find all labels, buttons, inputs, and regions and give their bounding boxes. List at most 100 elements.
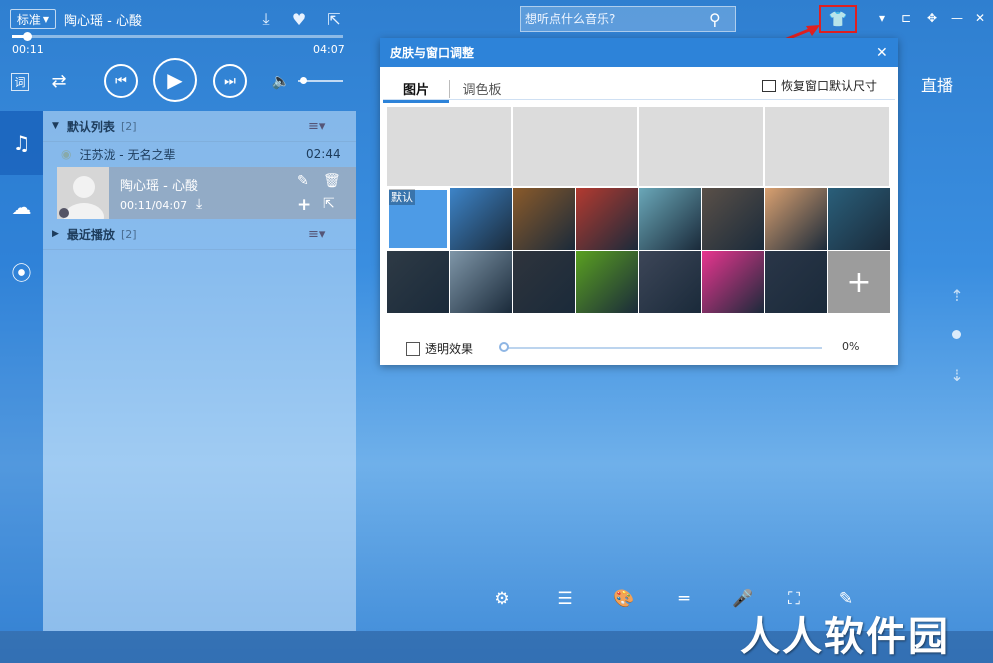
transparency-value: 0% bbox=[842, 340, 860, 353]
volume-knob[interactable] bbox=[300, 77, 308, 84]
divider bbox=[383, 99, 895, 100]
now-playing-title: 陶心瑶 - 心酸 bbox=[64, 14, 142, 29]
progress-bar[interactable] bbox=[12, 32, 343, 41]
progress-knob[interactable] bbox=[22, 32, 32, 41]
search-box[interactable]: ⚲ bbox=[520, 6, 736, 32]
elapsed-time: 00:11 bbox=[12, 43, 44, 56]
close-icon[interactable]: ✕ bbox=[876, 45, 888, 61]
group-count: [2] bbox=[120, 227, 137, 241]
add-icon[interactable]: + bbox=[297, 195, 311, 215]
recent-list-header[interactable]: ▶ 最近播放 [2] ≡▾ bbox=[43, 219, 356, 250]
search-icon[interactable]: ⚲ bbox=[709, 10, 721, 29]
skin-tile[interactable]: 默认 bbox=[387, 188, 449, 250]
previous-button[interactable]: ⏮ bbox=[104, 64, 138, 98]
skin-tile-placeholder[interactable] bbox=[387, 107, 511, 186]
play-button[interactable]: ▶ bbox=[153, 58, 197, 102]
skin-tile[interactable] bbox=[450, 251, 512, 313]
skin-tile[interactable] bbox=[702, 188, 764, 250]
palette-icon[interactable]: 🎨 bbox=[612, 587, 636, 611]
share-icon[interactable]: ⇱ bbox=[323, 196, 335, 212]
default-list-header[interactable]: ▼ 默认列表 [2] ≡▾ bbox=[43, 111, 356, 142]
radio-icon[interactable]: ⦿ bbox=[0, 239, 43, 303]
scroll-top-icon[interactable]: ⇡ bbox=[948, 286, 966, 305]
skin-tile-placeholder[interactable] bbox=[639, 107, 763, 186]
skin-tile[interactable] bbox=[639, 251, 701, 313]
page-dot[interactable] bbox=[952, 330, 961, 339]
tab-divider bbox=[449, 80, 450, 98]
list-item[interactable]: ◉ 汪苏泷 - 无名之辈 02:44 bbox=[43, 141, 356, 167]
add-skin-button[interactable]: + bbox=[828, 251, 890, 313]
group-menu-icon[interactable]: ≡▾ bbox=[308, 227, 325, 242]
transparency-checkbox[interactable] bbox=[406, 341, 420, 356]
skin-tile[interactable] bbox=[450, 188, 512, 250]
skin-tile[interactable] bbox=[387, 251, 449, 313]
next-button[interactable]: ⏭ bbox=[213, 64, 247, 98]
share-icon[interactable]: ⇱ bbox=[324, 9, 344, 29]
avatar bbox=[57, 167, 109, 219]
search-input[interactable] bbox=[521, 12, 709, 26]
skin-tile-placeholder[interactable] bbox=[765, 107, 889, 186]
transparency-slider[interactable] bbox=[499, 342, 822, 352]
collapse-arrow-icon: ▶ bbox=[52, 229, 59, 239]
live-tab[interactable]: 直播 bbox=[921, 72, 953, 96]
equalizer-icon[interactable]: ═ bbox=[672, 587, 696, 611]
expand-arrow-icon: ▼ bbox=[52, 121, 59, 131]
dialog-titlebar: 皮肤与窗口调整 ✕ bbox=[380, 38, 898, 67]
skin-tile[interactable] bbox=[828, 188, 890, 250]
volume-slider[interactable] bbox=[298, 77, 343, 84]
song-title: 陶心瑶 - 心酸 bbox=[120, 179, 198, 194]
tab-palette[interactable]: 调色板 bbox=[452, 76, 512, 100]
left-nav: ♫ ☁ ⦿ bbox=[0, 111, 43, 631]
group-menu-icon[interactable]: ≡▾ bbox=[308, 119, 325, 134]
menu-icon[interactable]: ▾ bbox=[873, 9, 891, 27]
watermark: 人人软件园 bbox=[740, 614, 950, 660]
playlist-search-icon[interactable]: ☰ bbox=[553, 587, 577, 611]
minimize-icon[interactable]: — bbox=[948, 9, 966, 27]
microphone-icon[interactable]: ✎ bbox=[297, 173, 309, 189]
duration-time: 04:07 bbox=[313, 43, 345, 56]
restore-window-icon bbox=[762, 79, 776, 92]
group-title: 默认列表 bbox=[66, 119, 115, 134]
skin-tile-placeholder[interactable] bbox=[513, 107, 637, 186]
quality-label: 标准 bbox=[16, 12, 41, 27]
loop-icon[interactable]: ⇄ bbox=[48, 70, 70, 92]
skin-tile[interactable] bbox=[576, 188, 638, 250]
song-time: 02:44 bbox=[306, 147, 341, 161]
mini-mode-icon[interactable]: ⊏ bbox=[897, 9, 915, 27]
default-skin-label: 默认 bbox=[389, 189, 415, 205]
skin-tile[interactable] bbox=[513, 251, 575, 313]
playlist-panel: ▼ 默认列表 [2] ≡▾ ◉ 汪苏泷 - 无名之辈 02:44 陶心瑶 - 心… bbox=[43, 111, 356, 631]
skin-tile[interactable] bbox=[765, 251, 827, 313]
skin-tile[interactable] bbox=[765, 188, 827, 250]
skin-tile[interactable] bbox=[513, 188, 575, 250]
tshirt-icon: 👕 bbox=[828, 10, 848, 28]
skin-tile[interactable] bbox=[639, 188, 701, 250]
download-icon[interactable]: ⤓ bbox=[256, 9, 276, 29]
close-icon[interactable]: ✕ bbox=[971, 9, 989, 27]
song-time: 00:11/04:07 bbox=[120, 199, 188, 212]
music-icon[interactable]: ♫ bbox=[0, 111, 43, 175]
active-song-row[interactable]: 陶心瑶 - 心酸 00:11/04:07 ⤓ ✎ 🗑 + ⇱ bbox=[57, 167, 356, 219]
skin-dialog: 皮肤与窗口调整 ✕ 图片 调色板 恢复窗口默认尺寸 默认 + 透明效果 0% bbox=[380, 38, 898, 365]
trash-icon[interactable]: 🗑 bbox=[323, 173, 341, 189]
scroll-bottom-icon[interactable]: ⇣ bbox=[948, 366, 966, 385]
group-title: 最近播放 bbox=[66, 227, 115, 242]
song-title: 汪苏泷 - 无名之辈 bbox=[79, 147, 176, 162]
cloud-icon[interactable]: ☁ bbox=[0, 175, 43, 239]
transparency-toggle[interactable]: 透明效果 bbox=[406, 340, 473, 357]
lyric-button[interactable]: 词 bbox=[11, 73, 29, 91]
chevron-down-icon: ▼ bbox=[42, 14, 50, 24]
expand-icon[interactable]: ✥ bbox=[923, 9, 941, 27]
transparency-label: 透明效果 bbox=[425, 342, 474, 356]
restore-size-button[interactable]: 恢复窗口默认尺寸 bbox=[762, 77, 877, 94]
gear-icon[interactable]: ⚙ bbox=[490, 587, 514, 611]
skin-tile[interactable] bbox=[576, 251, 638, 313]
heart-icon[interactable]: ♥ bbox=[289, 9, 309, 29]
skin-tile[interactable] bbox=[702, 251, 764, 313]
quality-selector[interactable]: 标准 ▼ bbox=[10, 9, 56, 29]
transparency-knob[interactable] bbox=[499, 342, 509, 352]
disc-icon: ◉ bbox=[61, 147, 72, 161]
group-count: [2] bbox=[120, 119, 137, 133]
download-icon[interactable]: ⤓ bbox=[196, 196, 202, 212]
volume-icon[interactable]: 🔈 bbox=[271, 71, 291, 91]
